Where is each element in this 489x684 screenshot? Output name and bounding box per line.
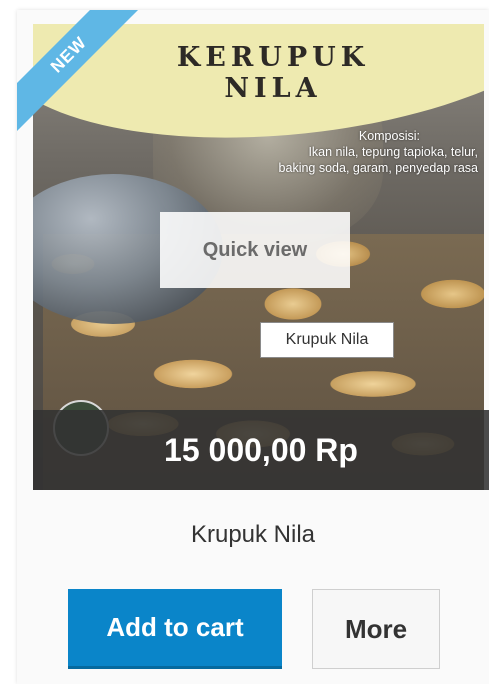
quick-view-button[interactable]: Quick view [160, 212, 350, 288]
composition-title: Komposisi: [358, 129, 420, 143]
product-card: KERUPUK NILA Komposisi: Ikan nila, tepun… [0, 0, 489, 684]
price-label: 15 000,00 Rp [33, 410, 489, 490]
more-button[interactable]: More [312, 589, 440, 669]
add-to-cart-button[interactable]: Add to cart [68, 589, 282, 669]
brand-line-1: KERUPUK [176, 42, 370, 73]
new-badge: NEW [17, 10, 157, 150]
new-badge-label: NEW [17, 10, 152, 138]
product-name-tooltip: Krupuk Nila [260, 322, 394, 358]
composition-line-1: Ikan nila, tepung tapioka, telur, [308, 145, 478, 159]
composition-line-2: baking soda, garam, penyedap rasa [278, 161, 478, 175]
product-title[interactable]: Krupuk Nila [17, 515, 489, 555]
composition-text: Komposisi: Ikan nila, tepung tapioka, te… [183, 128, 478, 176]
brand-line-2: NILA [224, 73, 322, 104]
brand-title: KERUPUK NILA [153, 42, 393, 104]
